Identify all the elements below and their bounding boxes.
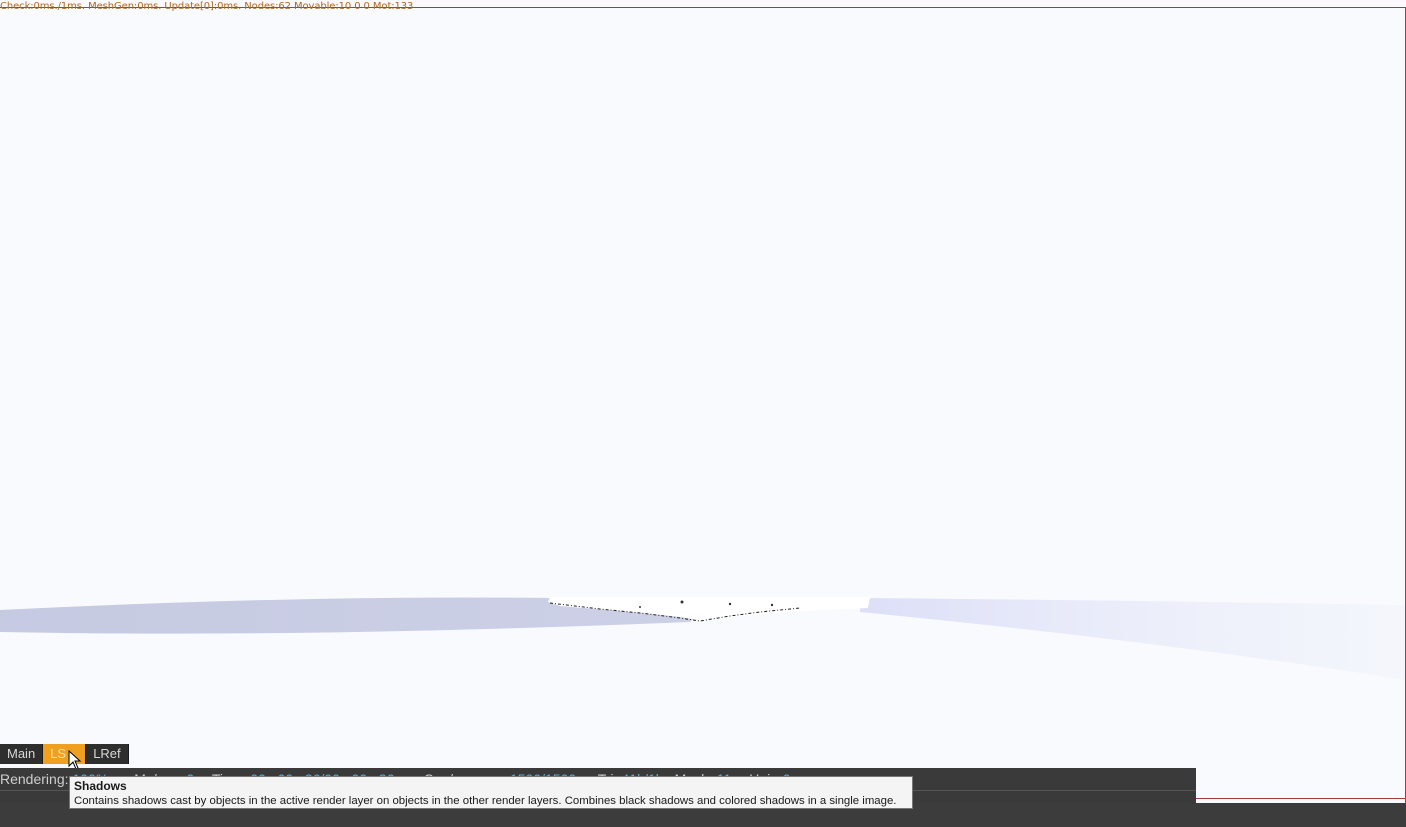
noise-speck [728,602,732,606]
tooltip-description: Contains shadows cast by objects in the … [74,795,897,807]
tab-lref[interactable]: LRef [86,744,129,764]
mouse-cursor-icon [68,750,82,770]
shadow-right [860,598,1406,680]
rendering-label: Rendering: [0,771,69,787]
render-viewport[interactable]: Check:0ms./1ms. MeshGen:0ms. Update[0]:0… [0,0,1406,803]
noise-speck [770,603,774,607]
render-border-bottom [1196,798,1406,799]
tooltip-title: Shadows [74,779,127,793]
tab-main[interactable]: Main [0,744,44,764]
noise-speck [680,600,684,604]
render-layer-tabs: Main LS LRef [0,744,129,764]
render-image [0,597,1406,680]
tooltip: Shadows Contains shadows cast by objects… [69,776,913,809]
debug-stats-text: Check:0ms./1ms. MeshGen:0ms. Update[0]:0… [0,1,414,12]
noise-speck [639,606,641,608]
